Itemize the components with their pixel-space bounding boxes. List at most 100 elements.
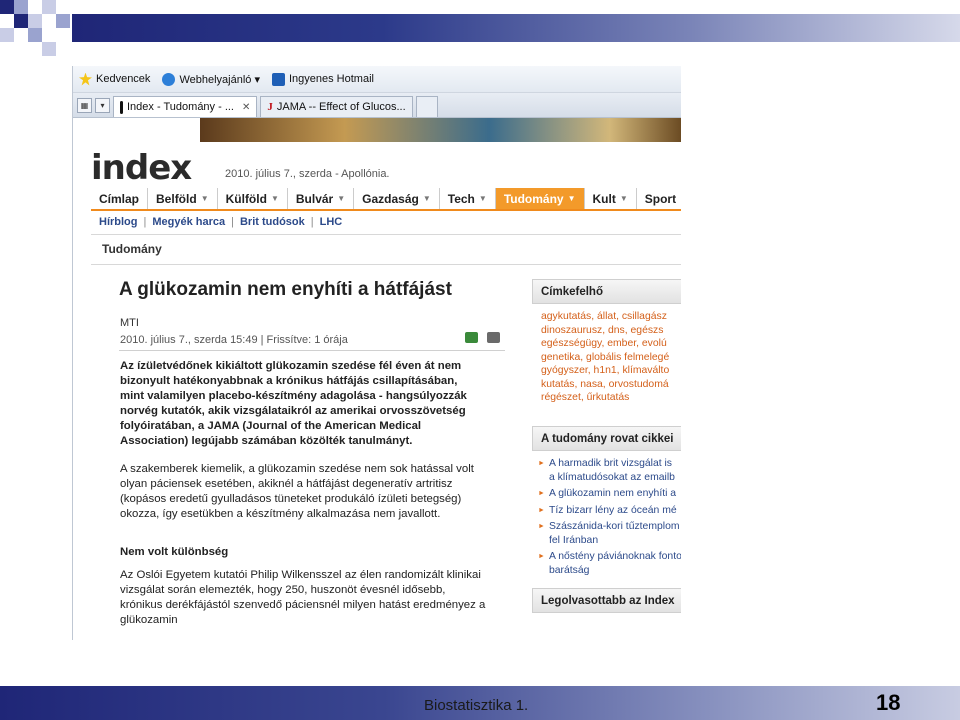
tab-bar: ▦ ▾ Index - Tudomány - ... ✕ J JAMA -- E…: [73, 93, 681, 118]
paragraph-line: vizsgálat során elemezték, hogy 250, hus…: [120, 584, 446, 596]
deco-square: [0, 28, 14, 42]
deco-square: [0, 0, 14, 14]
news-item-text: A nőstény páviánoknak fonto: [549, 551, 681, 562]
star-icon: [79, 72, 92, 86]
news-item-text: A harmadik brit vizsgálat is: [549, 458, 673, 469]
article-tools: [465, 332, 500, 343]
site-logo[interactable]: index: [91, 148, 192, 188]
subnav-link[interactable]: Hírblog: [99, 216, 138, 228]
news-item[interactable]: A harmadik brit vizsgálat is a klímatudós…: [538, 457, 681, 484]
news-item[interactable]: Tíz bizarr lény az óceán mé: [538, 504, 681, 518]
lead-line: norvég kutatók, akik vizsgálataikról az …: [120, 405, 466, 417]
nav-label: Sport: [644, 191, 677, 206]
share-icon[interactable]: [465, 332, 478, 343]
close-icon[interactable]: ✕: [242, 102, 250, 113]
news-item[interactable]: Szászánida-kori tűztemplom fel Iránban: [538, 520, 681, 547]
tag-line[interactable]: gyógyszer, h1n1, klímaválto: [541, 364, 681, 378]
news-box: A tudomány rovat cikkei A harmadik brit …: [532, 426, 681, 580]
nav-item[interactable]: Külföld ▼: [218, 188, 288, 209]
sub-nav: Hírblog | Megyék harca | Brit tudósok | LHC: [99, 216, 342, 228]
news-item-text: fel Iránban: [549, 534, 599, 546]
tag-line[interactable]: dinoszaurusz, dns, egészs: [541, 324, 681, 338]
favorites-item[interactable]: Kedvencek: [79, 72, 151, 86]
nav-item[interactable]: Gazdaság ▼: [354, 188, 440, 209]
tag-line[interactable]: kutatás, nasa, orvostudomá: [541, 378, 681, 392]
nav-label: Gazdaság: [362, 191, 419, 206]
nav-label: Tech: [447, 191, 475, 206]
nav-label: Kult: [592, 191, 616, 206]
quick-tabs-icon[interactable]: ▦: [77, 98, 92, 113]
lead-line: folyóiratában, a JAMA (Journal of the Am…: [120, 420, 422, 432]
nav-item[interactable]: Kult ▼: [585, 188, 637, 209]
deco-square: [56, 14, 70, 28]
paragraph-line: olyan páciensek esetében, akiknél a hátf…: [120, 478, 453, 490]
lead-line: mint valamilyen placebo-készítmény adago…: [120, 390, 467, 402]
main-nav: Címlap Belföld ▼ Külföld ▼ Bulvár ▼ Gazdaság ▼ Te…: [91, 188, 681, 211]
tab-list-icon[interactable]: ▾: [95, 98, 110, 113]
chevron-down-icon: ▼: [478, 194, 487, 203]
favorites-bar: Kedvencek Webhelyajánló ▾ Ingyenes Hotma…: [73, 66, 681, 93]
deco-square: [42, 0, 56, 14]
chevron-down-icon: ▼: [200, 194, 209, 203]
article-meta: 2010. július 7., szerda 15:49 | Frissítv…: [120, 334, 348, 346]
most-read-box: Legolvasottabb az Index: [532, 588, 681, 613]
most-read-title: Legolvasottabb az Index: [532, 588, 681, 613]
article-title: A glükozamin nem enyhíti a hátfájást: [119, 279, 452, 300]
tagcloud: agykutatás, állat, csillagász dinoszaurus…: [532, 304, 681, 405]
print-icon[interactable]: [487, 332, 500, 343]
lead-line: Az ízületvédőnek kikiáltott glükozamin s…: [120, 360, 462, 372]
favorites-label: Kedvencek: [96, 73, 151, 85]
article-subhead: Nem volt különbség: [120, 546, 229, 558]
tag-line[interactable]: agykutatás, állat, csillagász: [541, 310, 681, 324]
nav-item[interactable]: Címlap: [91, 188, 149, 209]
hotmail-item[interactable]: Ingyenes Hotmail: [271, 72, 374, 86]
title-bar-decoration: [72, 14, 960, 42]
nav-label: Belföld: [156, 191, 197, 206]
chevron-down-icon: ▼: [567, 194, 576, 203]
tag-line[interactable]: régészet, űrkutatás: [541, 391, 681, 405]
lead-line: bizonyult hatékonyabbnak a krónikus hátf…: [120, 375, 458, 387]
lead-line: Association) legújabb számában közölték …: [120, 435, 413, 447]
chevron-down-icon: ▼: [680, 194, 681, 203]
news-item-text: a klímatudósokat az emailb: [549, 471, 675, 483]
separator: |: [310, 216, 314, 228]
browser-screenshot: Kedvencek Webhelyajánló ▾ Ingyenes Hotma…: [72, 66, 681, 640]
deco-square: [14, 14, 28, 28]
nav-item[interactable]: Belföld ▼: [148, 188, 218, 209]
paragraph-line: (kopásos eredetű gyulladásos tüneteket p…: [120, 493, 462, 505]
nav-item[interactable]: Tudomány ▼: [495, 188, 585, 209]
header-banner-image: [200, 118, 681, 142]
index-favicon-icon: [120, 100, 123, 114]
tagcloud-title: Címkefelhő: [532, 279, 681, 304]
section-title[interactable]: Tudomány: [102, 242, 162, 256]
nav-label: Bulvár: [295, 191, 334, 206]
subnav-link[interactable]: Brit tudósok: [240, 216, 305, 228]
suggested-sites-item[interactable]: Webhelyajánló ▾: [162, 72, 260, 86]
nav-label: Külföld: [225, 191, 267, 206]
news-item-text: A glükozamin nem enyhíti a: [549, 488, 677, 499]
separator: |: [231, 216, 234, 228]
paragraph-line: Az Oslói Egyetem kutatói Philip Wilkenss…: [120, 569, 481, 581]
chevron-down-icon: ▼: [270, 194, 279, 203]
news-item[interactable]: A nőstény páviánoknak fonto barátság: [538, 550, 681, 577]
deco-square: [28, 28, 42, 42]
tag-line[interactable]: egészségügy, ember, evolú: [541, 337, 681, 351]
tab-index[interactable]: Index - Tudomány - ... ✕: [113, 96, 258, 117]
divider: [91, 234, 681, 235]
deco-square: [28, 14, 42, 28]
tagcloud-box: Címkefelhő agykutatás, állat, csillagász…: [532, 279, 681, 405]
nav-item[interactable]: Bulvár ▼: [288, 188, 355, 209]
tab-jama[interactable]: J JAMA -- Effect of Glucos...: [260, 96, 413, 117]
paragraph-line: A szakemberek kiemelik, a glükozamin sze…: [120, 463, 474, 475]
tag-line[interactable]: genetika, globális felmelegé: [541, 351, 681, 365]
new-tab-button[interactable]: [415, 96, 438, 117]
nav-item[interactable]: Sport▼: [637, 188, 681, 209]
subnav-link[interactable]: Megyék harca: [152, 216, 225, 228]
news-box-title: A tudomány rovat cikkei: [532, 426, 681, 451]
nav-item[interactable]: Tech ▼: [440, 188, 496, 209]
subnav-link[interactable]: LHC: [320, 216, 343, 228]
separator: |: [143, 216, 147, 228]
news-item[interactable]: A glükozamin nem enyhíti a: [538, 487, 681, 501]
nav-label: Címlap: [99, 191, 140, 206]
paragraph-line: glükozamin: [120, 614, 178, 626]
